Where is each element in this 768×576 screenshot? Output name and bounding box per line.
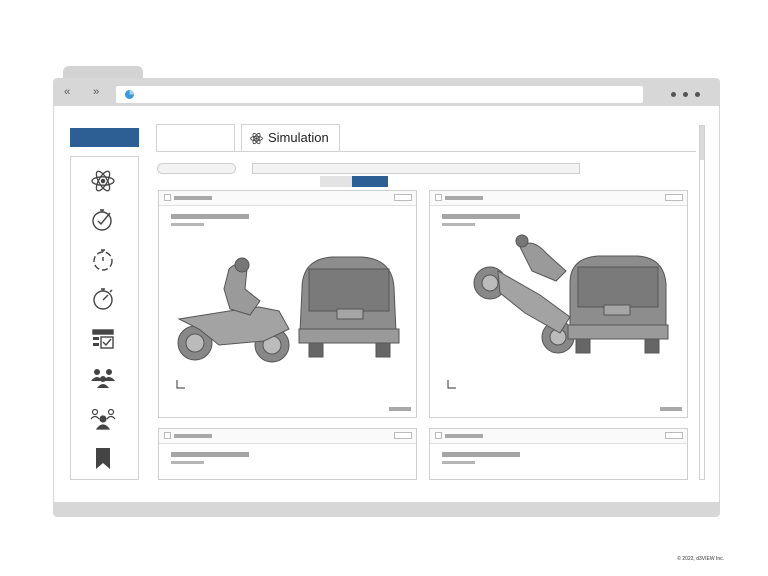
axis-triad-icon (176, 380, 185, 389)
scrollbar[interactable] (699, 125, 705, 480)
toggle-option-on[interactable] (352, 176, 388, 187)
panel-footer-label (389, 407, 411, 411)
checklist-icon[interactable] (89, 325, 117, 353)
panel-header-label (174, 196, 212, 200)
panel-checkbox[interactable] (435, 194, 442, 201)
axis-triad-icon (447, 380, 456, 389)
tab-simulation-label: Simulation (268, 130, 329, 145)
panel-header (159, 429, 416, 444)
panel-header (430, 429, 687, 444)
panel-header-label (445, 196, 483, 200)
panel-subtitle (171, 223, 204, 226)
panel-title (442, 214, 520, 219)
simulation-panel (429, 428, 688, 480)
more-dots-icon[interactable] (671, 92, 676, 97)
panel-subtitle (442, 223, 475, 226)
panel-header (430, 191, 687, 206)
panel-checkbox[interactable] (164, 432, 171, 439)
stopwatch-icon[interactable] (89, 285, 117, 313)
panel-title (171, 452, 249, 457)
simulation-panel (429, 190, 688, 418)
panel-title (442, 452, 520, 457)
tab-divider (156, 151, 696, 152)
scrollbar-thumb[interactable] (700, 126, 704, 160)
stopwatch-check-icon[interactable] (89, 206, 117, 234)
address-bar[interactable] (116, 86, 643, 103)
more-dot[interactable] (683, 92, 688, 97)
atom-icon (250, 132, 263, 145)
simulation-panel (158, 428, 417, 480)
filter-pill[interactable] (157, 163, 236, 174)
panel-subtitle (442, 461, 475, 464)
panel-action-button[interactable] (665, 432, 683, 439)
atom-icon[interactable] (89, 167, 117, 195)
panel-header (159, 191, 416, 206)
panel-subtitle (171, 461, 204, 464)
tab-simulation[interactable]: Simulation (241, 124, 340, 151)
browser-status-bar (53, 502, 720, 517)
pie-chart-icon (125, 90, 134, 99)
dashed-stopwatch-icon[interactable] (89, 246, 117, 274)
user-network-icon[interactable] (89, 404, 117, 432)
crash-simulation-image[interactable] (470, 233, 680, 371)
crash-simulation-image[interactable] (169, 249, 409, 371)
simulation-panel (158, 190, 417, 418)
search-input[interactable] (252, 163, 580, 174)
panel-header-label (445, 434, 483, 438)
copyright-text: © 2022, d3VIEW Inc. (677, 556, 724, 562)
back-button[interactable]: ‹‹ (64, 86, 70, 98)
panel-action-button[interactable] (665, 194, 683, 201)
panel-footer-label (660, 407, 682, 411)
sidebar-header-button[interactable] (70, 128, 139, 147)
toggle-option-off[interactable] (320, 176, 352, 187)
bookmark-icon[interactable] (89, 444, 117, 472)
forward-button[interactable]: ›› (93, 86, 99, 98)
panel-checkbox[interactable] (164, 194, 171, 201)
panel-action-button[interactable] (394, 432, 412, 439)
user-group-icon[interactable] (89, 364, 117, 392)
tab-blank[interactable] (156, 124, 235, 151)
panel-action-button[interactable] (394, 194, 412, 201)
panel-title (171, 214, 249, 219)
panel-checkbox[interactable] (435, 432, 442, 439)
more-dot[interactable] (695, 92, 700, 97)
panel-header-label (174, 434, 212, 438)
